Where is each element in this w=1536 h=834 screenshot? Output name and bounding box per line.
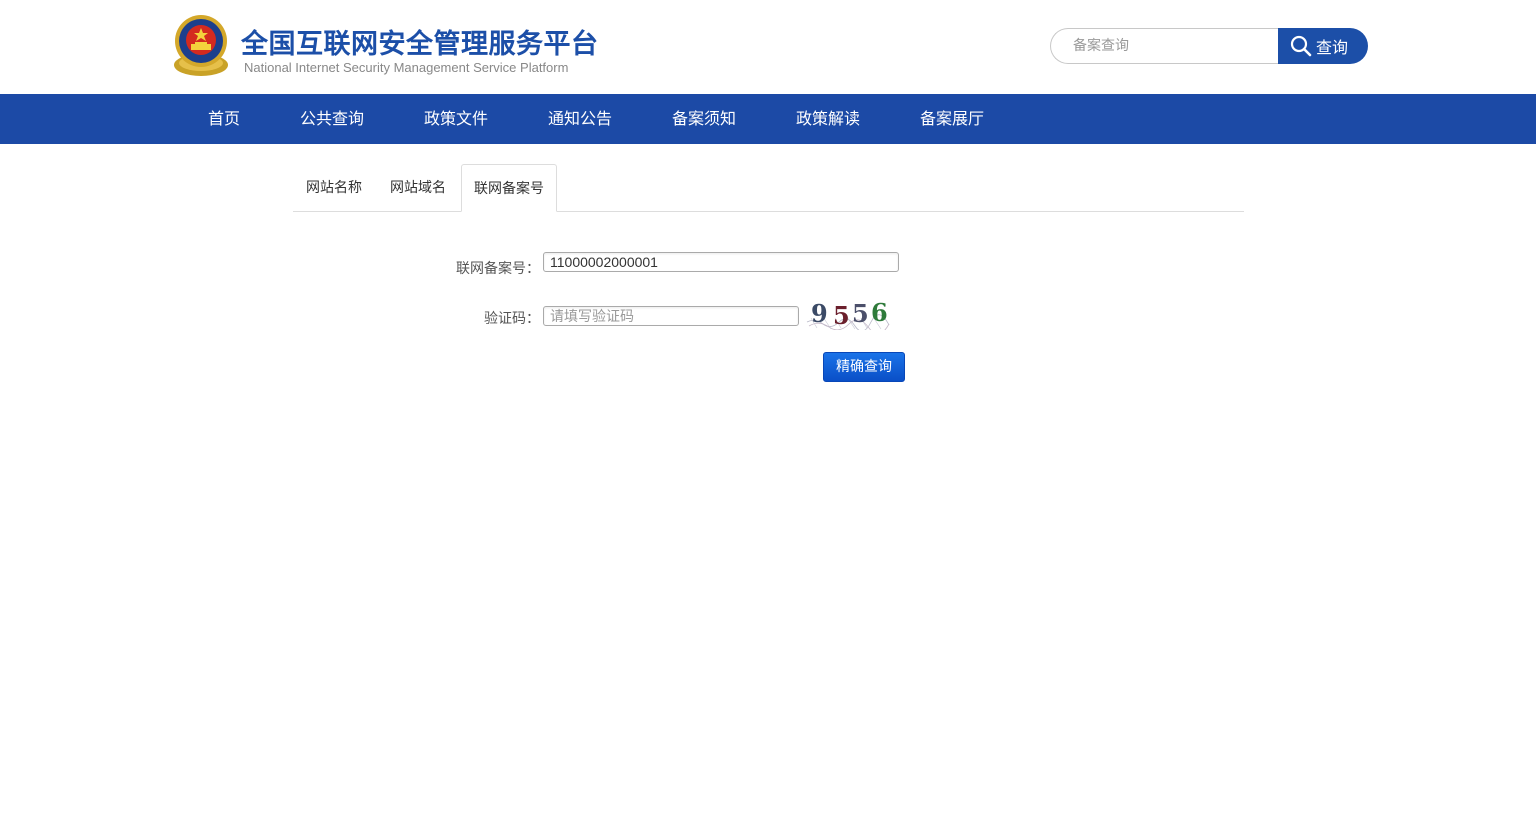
nav-item-notices[interactable]: 通知公告 [548, 94, 612, 144]
captcha-field[interactable] [543, 306, 799, 326]
police-emblem-logo [174, 15, 228, 76]
captcha-label: 验证码： [484, 311, 540, 327]
captcha-char-1: 9 [811, 300, 828, 328]
record-number-field[interactable] [543, 252, 899, 272]
search-button-label: 查询 [1316, 38, 1349, 57]
header-search: 查询 [1050, 28, 1368, 64]
query-tabs: 网站名称 网站域名 联网备案号 [293, 164, 1244, 212]
exact-query-button[interactable]: 精确查询 [823, 352, 905, 382]
search-input[interactable] [1050, 28, 1286, 64]
tab-site-domain[interactable]: 网站域名 [377, 164, 459, 212]
nav-item-filing-hall[interactable]: 备案展厅 [920, 94, 984, 144]
nav-item-public-query[interactable]: 公共查询 [300, 94, 364, 144]
nav-item-filing-guide[interactable]: 备案须知 [672, 94, 736, 144]
nav-item-policy-docs[interactable]: 政策文件 [424, 94, 488, 144]
search-button[interactable]: 查询 [1278, 28, 1368, 64]
site-subtitle: National Internet Security Management Se… [244, 60, 569, 75]
captcha-char-3: 5 [852, 300, 869, 328]
captcha-char-4: 6 [871, 300, 888, 327]
record-number-label: 联网备案号： [456, 261, 540, 277]
tab-record-number[interactable]: 联网备案号 [461, 164, 557, 212]
tab-site-name[interactable]: 网站名称 [293, 164, 375, 212]
captcha-image[interactable]: 9 5 5 6 [805, 300, 891, 330]
nav-item-policy-interpretation[interactable]: 政策解读 [796, 94, 860, 144]
site-title: 全国互联网安全管理服务平台 [241, 29, 599, 60]
search-icon [1290, 35, 1312, 57]
site-header: 全国互联网安全管理服务平台 National Internet Security… [0, 0, 1536, 94]
captcha-char-2: 5 [833, 301, 850, 330]
nav-item-home[interactable]: 首页 [208, 94, 240, 144]
main-nav: 首页 公共查询 政策文件 通知公告 备案须知 政策解读 备案展厅 [0, 94, 1536, 144]
